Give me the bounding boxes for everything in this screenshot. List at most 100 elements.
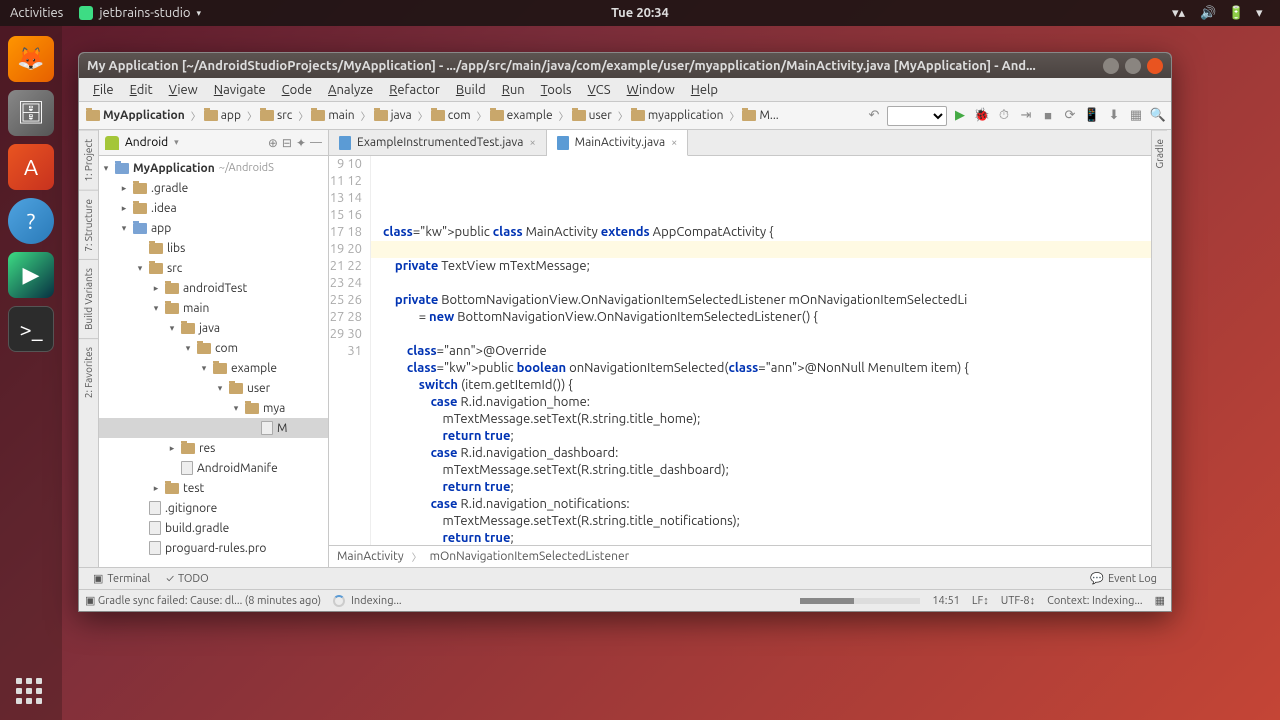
- memory-indicator-icon[interactable]: ▦: [1155, 594, 1165, 607]
- app-menu[interactable]: jetbrains-studio: [79, 6, 201, 20]
- menu-edit[interactable]: Edit: [122, 83, 161, 97]
- maximize-button[interactable]: [1125, 58, 1141, 74]
- menu-help[interactable]: Help: [683, 83, 726, 97]
- favorites-tool-tab[interactable]: 2: Favorites: [79, 338, 98, 406]
- structure-tool-tab[interactable]: 7: Structure: [79, 190, 98, 260]
- settings-icon[interactable]: ✦: [296, 136, 306, 150]
- minimize-button[interactable]: [1103, 58, 1119, 74]
- menu-view[interactable]: View: [161, 83, 206, 97]
- structure-icon[interactable]: ▦: [1127, 107, 1145, 125]
- breadcrumb-item[interactable]: 〉M...: [726, 108, 781, 123]
- attach-icon[interactable]: ⇥: [1017, 107, 1035, 125]
- close-tab-icon[interactable]: ×: [671, 137, 677, 149]
- menu-tools[interactable]: Tools: [533, 83, 580, 97]
- network-icon[interactable]: ▾▴: [1172, 6, 1186, 20]
- launcher-terminal[interactable]: >_: [8, 306, 54, 352]
- stop-icon[interactable]: ■: [1039, 107, 1057, 125]
- tree-node[interactable]: ▾app: [99, 218, 328, 238]
- clock[interactable]: Tue 20:34: [611, 6, 669, 20]
- close-tab-icon[interactable]: ×: [529, 137, 535, 149]
- battery-icon[interactable]: 🔋: [1228, 6, 1242, 20]
- project-tree[interactable]: ▾ MyApplication ~/AndroidS ▸.gradle▸.ide…: [99, 156, 328, 567]
- menu-run[interactable]: Run: [494, 83, 533, 97]
- todo-tool-tab[interactable]: ✓ TODO: [158, 573, 217, 585]
- launcher-help[interactable]: ?: [8, 198, 54, 244]
- tree-node[interactable]: M: [99, 418, 328, 438]
- breadcrumb-item[interactable]: MyApplication: [83, 109, 188, 122]
- menu-refactor[interactable]: Refactor: [381, 83, 448, 97]
- run-config-selector[interactable]: [887, 106, 947, 126]
- tree-node[interactable]: ▾main: [99, 298, 328, 318]
- avd-icon[interactable]: 📱: [1083, 107, 1101, 125]
- tree-node[interactable]: AndroidManife: [99, 458, 328, 478]
- tree-node[interactable]: ▾java: [99, 318, 328, 338]
- tree-node[interactable]: ▾com: [99, 338, 328, 358]
- tree-node[interactable]: proguard-rules.pro: [99, 538, 328, 558]
- tree-node[interactable]: ▾example: [99, 358, 328, 378]
- close-button[interactable]: [1147, 58, 1163, 74]
- search-icon[interactable]: 🔍: [1149, 107, 1167, 125]
- editor-tab[interactable]: ExampleInstrumentedTest.java×: [329, 130, 547, 155]
- breadcrumb-item[interactable]: 〉app: [188, 108, 244, 123]
- tree-node[interactable]: ▾user: [99, 378, 328, 398]
- run-icon[interactable]: ▶: [951, 107, 969, 125]
- line-separator[interactable]: LF↕: [972, 595, 989, 607]
- sync-icon[interactable]: ⟳: [1061, 107, 1079, 125]
- menu-vcs[interactable]: VCS: [580, 83, 619, 97]
- breadcrumb-item[interactable]: 〉src: [244, 108, 295, 123]
- tree-node[interactable]: ▾mya: [99, 398, 328, 418]
- tree-node[interactable]: ▸.gradle: [99, 178, 328, 198]
- tree-node[interactable]: ▸androidTest: [99, 278, 328, 298]
- breadcrumb-item[interactable]: 〉com: [415, 108, 474, 123]
- menu-file[interactable]: File: [85, 83, 122, 97]
- power-icon[interactable]: ▾: [1256, 6, 1270, 20]
- collapse-all-icon[interactable]: ⊟: [282, 136, 292, 150]
- editor-breadcrumb-item[interactable]: MainActivity: [337, 550, 404, 563]
- menu-navigate[interactable]: Navigate: [206, 83, 274, 97]
- breadcrumb-item[interactable]: 〉example: [474, 108, 556, 123]
- project-view-selector[interactable]: Android: [125, 136, 168, 149]
- nav-back-icon[interactable]: ↶: [865, 107, 883, 125]
- editor-tab[interactable]: MainActivity.java×: [547, 130, 689, 156]
- breadcrumb-item[interactable]: 〉main: [295, 108, 357, 123]
- activities-button[interactable]: Activities: [10, 6, 63, 20]
- debug-icon[interactable]: 🐞: [973, 107, 991, 125]
- tree-node[interactable]: libs: [99, 238, 328, 258]
- code-content[interactable]: class="kw">public class MainActivity ext…: [371, 156, 1151, 545]
- terminal-tool-tab[interactable]: ▣ Terminal: [85, 572, 158, 585]
- tree-node[interactable]: .gitignore: [99, 498, 328, 518]
- menu-analyze[interactable]: Analyze: [320, 83, 381, 97]
- caret-position[interactable]: 14:51: [932, 595, 960, 607]
- tree-node[interactable]: ▾src: [99, 258, 328, 278]
- menu-build[interactable]: Build: [448, 83, 494, 97]
- profile-icon[interactable]: ⏱: [995, 107, 1013, 125]
- scroll-to-source-icon[interactable]: ⊕: [268, 136, 278, 150]
- breadcrumb-item[interactable]: 〉user: [556, 108, 615, 123]
- breadcrumb-item[interactable]: 〉myapplication: [615, 108, 727, 123]
- sdk-icon[interactable]: ⬇: [1105, 107, 1123, 125]
- tree-node[interactable]: ▸.idea: [99, 198, 328, 218]
- menu-code[interactable]: Code: [274, 83, 320, 97]
- launcher-android-studio[interactable]: ▶: [8, 252, 54, 298]
- build-variants-tab[interactable]: Build Variants: [79, 259, 98, 338]
- editor-breadcrumb[interactable]: MainActivity〉mOnNavigationItemSelectedLi…: [329, 545, 1151, 567]
- volume-icon[interactable]: 🔊: [1200, 6, 1214, 20]
- breadcrumb-item[interactable]: 〉java: [358, 108, 415, 123]
- tree-node[interactable]: build.gradle: [99, 518, 328, 538]
- menu-window[interactable]: Window: [619, 83, 683, 97]
- launcher-software[interactable]: A: [8, 144, 54, 190]
- launcher-firefox[interactable]: 🦊: [8, 36, 54, 82]
- tree-root[interactable]: ▾ MyApplication ~/AndroidS: [99, 158, 328, 178]
- event-log-tab[interactable]: 💬 Event Log: [1082, 572, 1165, 585]
- code-editor[interactable]: 9 10 11 12 13 14 15 16 17 18 19 20 21 22…: [329, 156, 1151, 545]
- launcher-files[interactable]: 🗄: [8, 90, 54, 136]
- tree-node[interactable]: ▸res: [99, 438, 328, 458]
- project-tool-tab[interactable]: 1: Project: [79, 130, 98, 190]
- show-applications-button[interactable]: [16, 678, 46, 708]
- gradle-tool-tab[interactable]: Gradle: [1152, 130, 1167, 177]
- window-titlebar[interactable]: My Application [~/AndroidStudioProjects/…: [79, 53, 1171, 78]
- file-encoding[interactable]: UTF-8↕: [1001, 595, 1035, 607]
- tree-node[interactable]: ▸test: [99, 478, 328, 498]
- hide-icon[interactable]: —: [310, 136, 322, 150]
- editor-breadcrumb-item[interactable]: mOnNavigationItemSelectedListener: [430, 550, 630, 563]
